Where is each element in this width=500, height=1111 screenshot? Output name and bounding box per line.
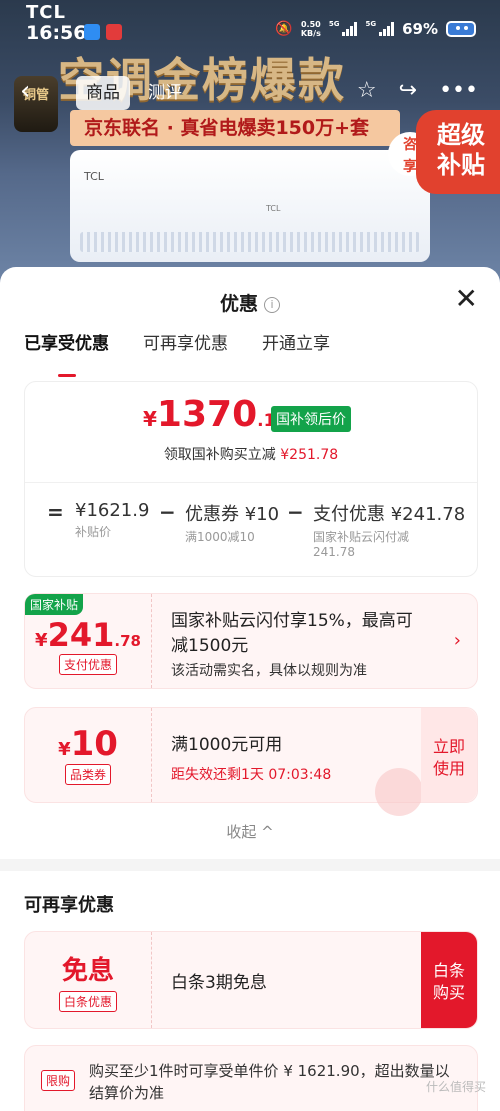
super-subsidy-badge: 超级 补贴 <box>416 110 500 194</box>
coupon-type-tag-2: 品类券 <box>64 764 111 785</box>
carrier-logo: TCL <box>26 2 66 23</box>
ac-brand: TCL <box>84 170 104 183</box>
net-speed: 0.50 KB/s <box>300 20 321 38</box>
chevron-right-icon[interactable]: › <box>454 630 461 651</box>
section-title: 可再享优惠 <box>24 895 114 916</box>
status-bar: TCL 16:56 🔕 0.50 KB/s 5G 5G 69% <box>0 0 500 60</box>
ac-logo: TCL <box>266 204 281 213</box>
sig1-label: 5G <box>328 20 340 28</box>
ac-vent <box>80 232 420 252</box>
baitiao-interest-free-coupon[interactable]: 免息 白条优惠 白条3期免息 白条 购买 <box>24 931 478 1029</box>
more-icon[interactable]: ••• <box>439 78 478 103</box>
discount-sheet: 优惠i ✕ 已享受优惠 可再享优惠 开通立享 ¥1370.12 国补领后价 领取… <box>0 267 500 1111</box>
coupon-countdown: 距失效还剩1天 07:03:48 <box>171 767 332 783</box>
equals-sign: = <box>47 500 64 524</box>
coupon-type-tag: 支付优惠 <box>58 654 117 675</box>
discount-tabs: 已享受优惠 可再享优惠 开通立享 <box>0 329 500 377</box>
tab-review[interactable]: 测评 <box>138 76 192 110</box>
category-coupon[interactable]: ¥10 品类券 满1000元可用 距失效还剩1天 07:03:48 立即 使用 <box>24 707 478 816</box>
share-icon[interactable]: ↪ <box>399 78 417 103</box>
received-stamp-icon <box>375 768 423 816</box>
collapse-toggle[interactable]: 收起 ^ <box>0 821 500 842</box>
coupon-threshold: 满1000元可用 <box>171 735 283 755</box>
signal-icon-2 <box>379 22 395 36</box>
signal-icon <box>342 22 358 36</box>
product-nav: ‹ 商品 测评 ☆ ↪ ••• <box>0 70 500 114</box>
baitiao-buy-button[interactable]: 白条 购买 <box>421 932 477 1028</box>
sheet-title: 优惠 i <box>0 289 500 316</box>
sig2-label: 5G <box>365 20 377 28</box>
minus-sign: − <box>159 500 176 524</box>
price-desc: 领取国补购买立减 ¥251.78 <box>163 447 339 463</box>
limit-text: 购买至少1件时可享受单件价 ¥ 1621.90，超出数量以结算价为准 <box>89 1062 450 1102</box>
mute-icon: 🔕 <box>275 21 293 37</box>
price-summary-card: ¥1370.12 国补领后价 领取国补购买立减 ¥251.78 = ¥1621.… <box>24 381 478 577</box>
limit-tag: 限购 <box>41 1070 76 1091</box>
national-subsidy-coupon[interactable]: 国家补贴 ¥241.78 支付优惠 国家补贴云闪付享15%，最高可 减1500元 … <box>24 593 478 689</box>
air-conditioner-image: TCL TCL <box>70 150 430 262</box>
tab-more[interactable]: 可再享优惠 <box>143 329 228 371</box>
battery-percent: 69% <box>402 20 438 38</box>
app-notification-icon <box>84 24 100 40</box>
app-notification-icon-2 <box>106 24 122 40</box>
coupon-amount-2: ¥10 <box>58 724 118 764</box>
clock: 16:56 <box>26 22 87 44</box>
coupon-big-label: 免息 <box>61 956 114 986</box>
minus-sign-2: − <box>287 500 304 524</box>
tab-goods[interactable]: 商品 <box>76 76 130 110</box>
watermark: 什么值得买 <box>425 1080 486 1094</box>
coupon-desc-3: 白条3期免息 <box>171 973 267 993</box>
banner-strip: 京东联名 · 真省电爆卖150万+套 <box>70 110 400 146</box>
back-icon[interactable]: ‹ <box>20 76 30 106</box>
base-price: ¥1621.9 补贴价 <box>75 500 150 539</box>
pay-discount: 支付优惠 ¥241.78 国家补贴云闪付减 241.78 <box>313 504 466 559</box>
favorite-star-icon[interactable]: ☆ <box>357 78 377 103</box>
coupon-amount: ¥241.78 <box>35 616 141 654</box>
tab-activate[interactable]: 开通立享 <box>262 329 330 371</box>
coupon-desc: 国家补贴云闪付享15%，最高可 减1500元 <box>171 611 413 656</box>
coupon-note: 该活动需实名，具体以规则为准 <box>171 663 367 679</box>
info-icon[interactable]: i <box>264 297 280 313</box>
tab-enjoyed[interactable]: 已享受优惠 <box>24 329 109 377</box>
price-tag: 国补领后价 <box>271 406 351 432</box>
coupon-amount: 优惠券 ¥10 满1000减10 <box>185 504 280 544</box>
close-icon[interactable]: ✕ <box>455 285 478 313</box>
purchase-limit-note: 限购 购买至少1件时可享受单件价 ¥ 1621.90，超出数量以结算价为准 <box>24 1045 478 1111</box>
battery-icon <box>446 21 476 37</box>
use-now-button[interactable]: 立即 使用 <box>421 708 477 802</box>
coupon-type-tag-3: 白条优惠 <box>58 991 117 1012</box>
final-price: ¥1370.12 <box>143 394 287 435</box>
